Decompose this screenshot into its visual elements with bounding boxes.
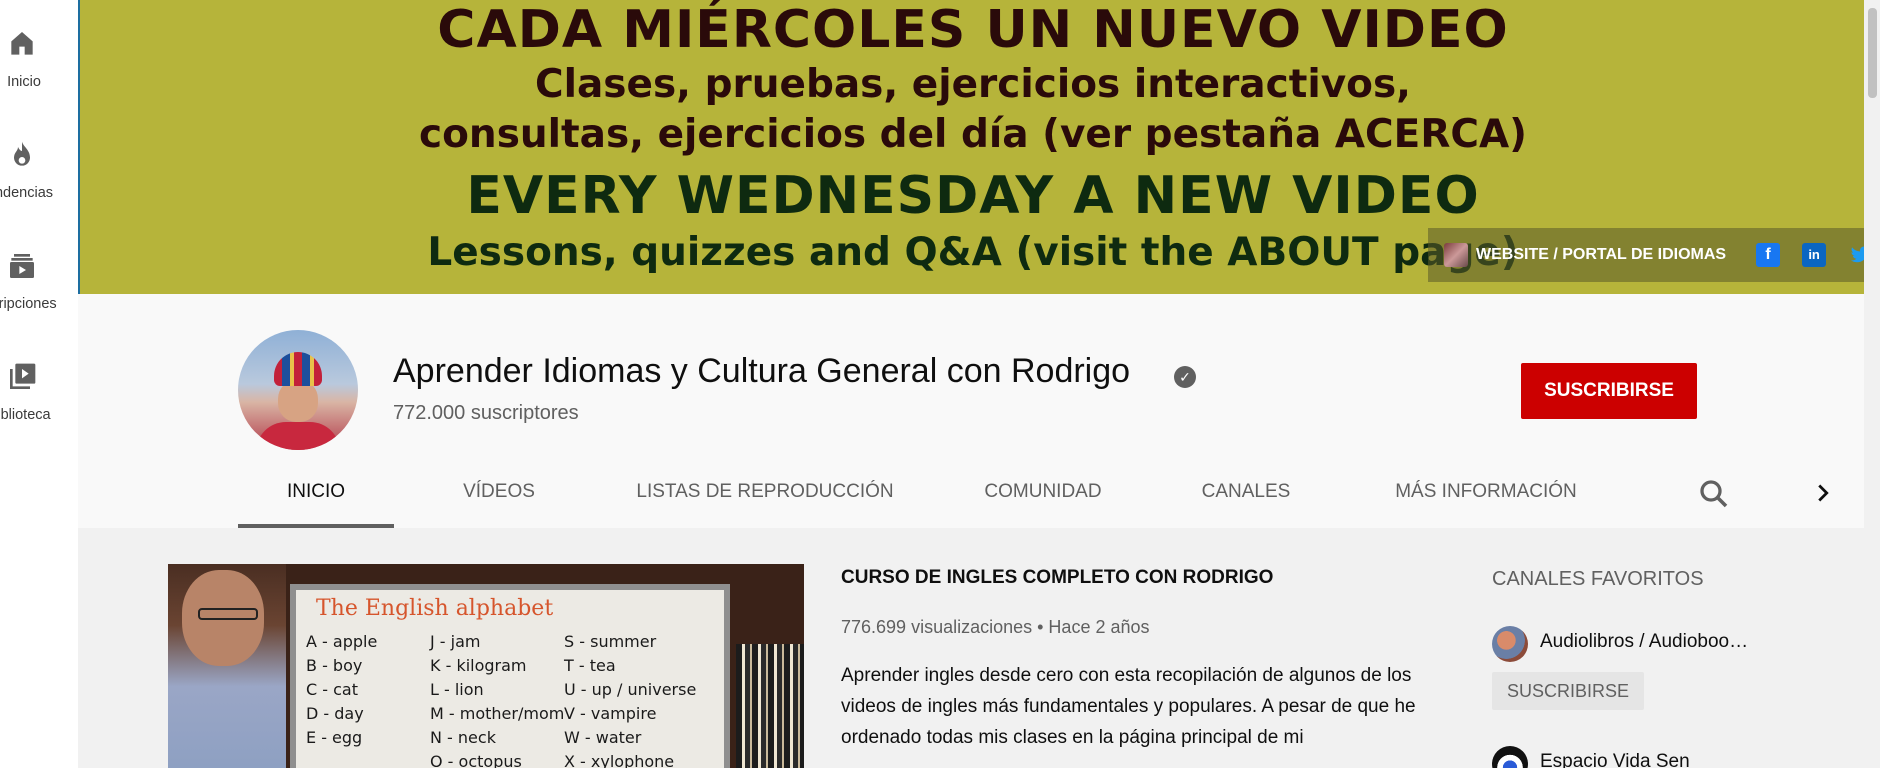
tab-about[interactable]: MÁS INFORMACIÓN xyxy=(1358,466,1614,528)
favorite-channels-heading: CANALES FAVORITOS xyxy=(1492,568,1704,590)
channel-title: Aprender Idiomas y Cultura General con R… xyxy=(393,352,1131,390)
twitter-icon[interactable] xyxy=(1848,243,1864,267)
guide-label-subscriptions: cripciones xyxy=(0,296,57,312)
verified-badge-icon: ✓ xyxy=(1174,366,1196,388)
search-icon[interactable] xyxy=(1696,476,1732,512)
banner-line-4: EVERY WEDNESDAY A NEW VIDEO xyxy=(466,166,1480,226)
featured-video-title[interactable]: CURSO DE INGLES COMPLETO CON RODRIGO xyxy=(841,567,1273,589)
banner-links: WEBSITE / PORTAL DE IDIOMAS f in ◎ xyxy=(1428,228,1864,282)
featured-video-thumbnail[interactable]: The English alphabet A - apple B - boy C… xyxy=(168,564,804,768)
favorite-channel-name[interactable]: Audiolibros / Audioboo… xyxy=(1540,631,1800,653)
page-scrollbar[interactable] xyxy=(1864,0,1880,768)
thumbnail-whiteboard: The English alphabet A - apple B - boy C… xyxy=(290,584,730,768)
tab-community[interactable]: COMUNIDAD xyxy=(958,466,1128,528)
facebook-icon[interactable]: f xyxy=(1756,243,1781,267)
featured-video-description: Aprender ingles desde cero con esta reco… xyxy=(841,665,1416,748)
whiteboard-title: The English alphabet xyxy=(316,596,554,621)
library-icon xyxy=(10,363,36,389)
channel-banner: CADA MIÉRCOLES UN NUEVO VIDEO Clases, pr… xyxy=(78,0,1864,294)
subscriptions-icon xyxy=(10,254,34,278)
home-content: The English alphabet A - apple B - boy C… xyxy=(78,528,1864,768)
banner-line-2: Clases, pruebas, ejercicios interactivos… xyxy=(535,62,1411,107)
channel-tabs: INICIO VÍDEOS LISTAS DE REPRODUCCIÓN COM… xyxy=(78,466,1864,528)
guide-item-library[interactable]: iblioteca xyxy=(0,333,78,423)
guide-item-trending[interactable]: ndencias xyxy=(0,111,78,201)
whiteboard-column-1: A - apple B - boy C - cat D - day E - eg… xyxy=(306,632,378,747)
linkedin-icon[interactable]: in xyxy=(1802,243,1827,267)
subscribe-button[interactable]: SUSCRIBIRSE xyxy=(1521,363,1697,419)
mini-guide: Inicio ndencias cripciones iblioteca xyxy=(0,0,78,768)
thumbnail-presenter xyxy=(168,564,286,768)
chevron-right-icon[interactable] xyxy=(1808,478,1838,508)
channel-header: Aprender Idiomas y Cultura General con R… xyxy=(78,306,1864,528)
guide-item-home[interactable]: Inicio xyxy=(0,0,78,90)
youtube-channel-page: Inicio ndencias cripciones iblioteca CAD… xyxy=(0,0,1880,768)
website-link[interactable]: WEBSITE / PORTAL DE IDIOMAS xyxy=(1476,246,1726,264)
banner-line-1: CADA MIÉRCOLES UN NUEVO VIDEO xyxy=(437,0,1509,60)
subscriber-count: 772.000 suscriptores xyxy=(393,402,579,424)
tab-playlists[interactable]: LISTAS DE REPRODUCCIÓN xyxy=(608,466,922,528)
guide-label-home: Inicio xyxy=(7,74,41,90)
home-icon xyxy=(11,32,33,55)
flame-icon xyxy=(14,141,30,166)
tab-inicio[interactable]: INICIO xyxy=(238,466,394,528)
favorite-channel-avatar[interactable] xyxy=(1492,626,1528,662)
favorite-channel-name[interactable]: Espacio Vida Sen xyxy=(1540,751,1800,768)
featured-video-meta: 776.699 visualizaciones • Hace 2 años xyxy=(841,617,1150,637)
tab-channels[interactable]: CANALES xyxy=(1168,466,1324,528)
guide-label-trending: ndencias xyxy=(0,185,54,201)
whiteboard-column-2: J - jam K - kilogram L - lion M - mother… xyxy=(430,632,565,768)
favorite-subscribe-button[interactable]: SUSCRIBIRSE xyxy=(1492,672,1644,710)
scrollbar-thumb[interactable] xyxy=(1868,8,1877,98)
favorite-channel-avatar[interactable] xyxy=(1492,746,1528,768)
tab-videos[interactable]: VÍDEOS xyxy=(418,466,580,528)
thumbnail-bookshelf xyxy=(736,644,804,768)
website-favicon-icon xyxy=(1444,243,1468,267)
channel-avatar[interactable] xyxy=(238,330,358,450)
guide-item-subscriptions[interactable]: cripciones xyxy=(0,222,78,312)
whiteboard-column-3: S - summer T - tea U - up / universe V -… xyxy=(564,632,697,768)
guide-label-library: iblioteca xyxy=(0,407,51,423)
banner-line-3: consultas, ejercicios del día (ver pesta… xyxy=(419,112,1527,157)
